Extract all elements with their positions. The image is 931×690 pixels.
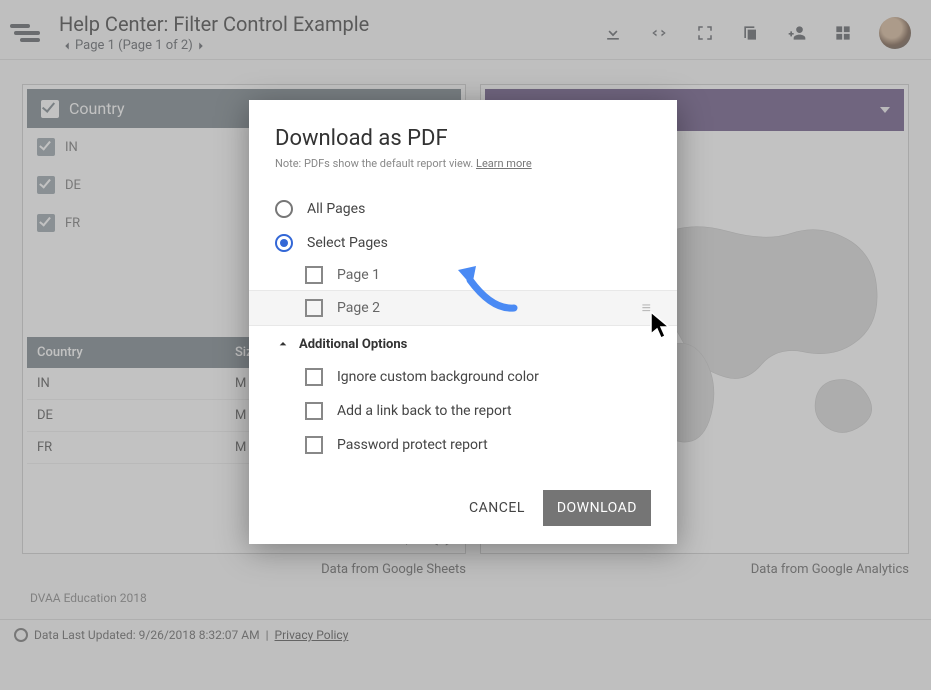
cancel-button[interactable]: CANCEL xyxy=(469,500,525,516)
radio-icon xyxy=(275,200,293,218)
chevron-up-icon xyxy=(275,336,291,352)
checkbox-icon xyxy=(305,266,323,284)
download-button[interactable]: DOWNLOAD xyxy=(543,490,651,526)
radio-all-pages[interactable]: All Pages xyxy=(275,192,651,226)
checkbox-icon xyxy=(305,299,323,317)
radio-select-pages[interactable]: Select Pages xyxy=(275,226,651,260)
page-checkbox-2[interactable]: Page 2 ≡ xyxy=(249,290,677,326)
radio-selected-icon xyxy=(275,234,293,252)
checkbox-icon xyxy=(305,436,323,454)
checkbox-icon xyxy=(305,368,323,386)
drag-handle-icon[interactable]: ≡ xyxy=(642,303,651,313)
additional-options-toggle[interactable]: Additional Options xyxy=(275,336,651,352)
learn-more-link[interactable]: Learn more xyxy=(476,157,532,170)
opt-ignore-bg[interactable]: Ignore custom background color xyxy=(275,360,651,394)
page-checkbox-1[interactable]: Page 1 xyxy=(305,260,651,290)
download-pdf-dialog: Download as PDF Note: PDFs show the defa… xyxy=(249,100,677,544)
checkbox-icon xyxy=(305,402,323,420)
dialog-note: Note: PDFs show the default report view.… xyxy=(275,157,651,170)
opt-link-back[interactable]: Add a link back to the report xyxy=(275,394,651,428)
dialog-title: Download as PDF xyxy=(275,126,651,151)
opt-password[interactable]: Password protect report xyxy=(275,428,651,462)
